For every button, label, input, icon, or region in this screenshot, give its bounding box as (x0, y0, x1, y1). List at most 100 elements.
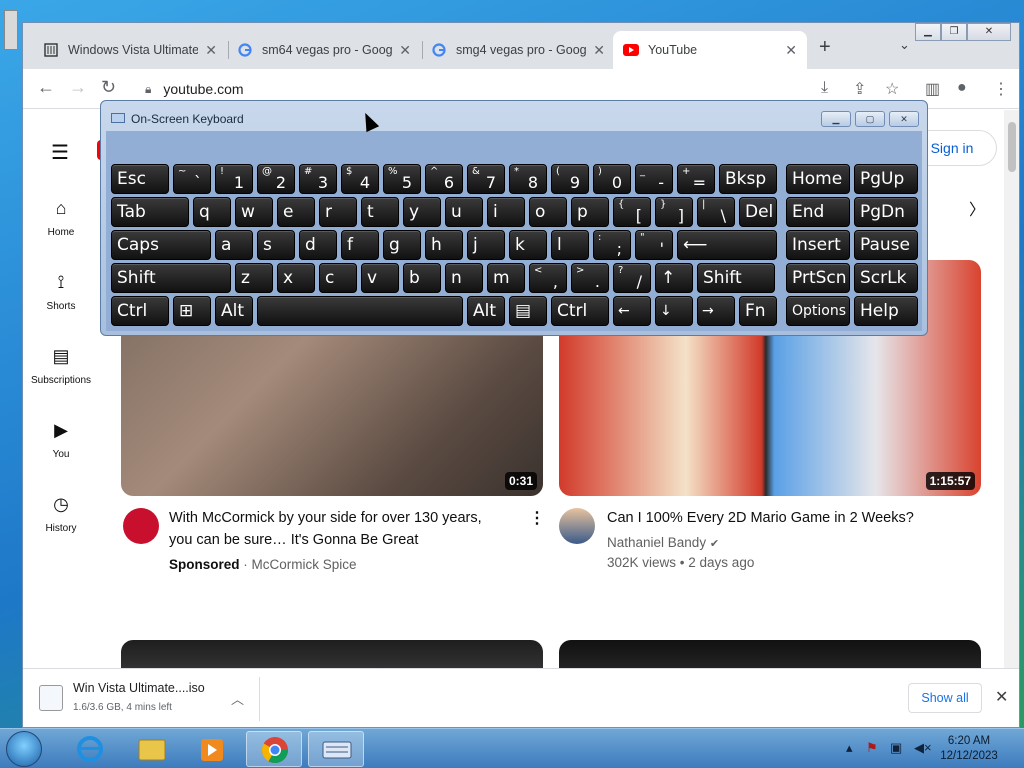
key-prtscn[interactable]: PrtScn (786, 263, 850, 293)
clock[interactable]: 6:20 AM 12/12/2023 (930, 734, 1008, 764)
key-i[interactable]: i (487, 197, 525, 227)
close-window-button[interactable]: ✕ (967, 23, 1011, 41)
key-u[interactable]: u (445, 197, 483, 227)
key-a[interactable]: a (215, 230, 253, 260)
sidebar-item-you[interactable]: ▶ You (23, 420, 99, 460)
reload-icon[interactable]: ↻ (101, 77, 116, 98)
key-c[interactable]: c (319, 263, 357, 293)
key-u45[interactable]: _ - (635, 164, 673, 194)
key-l[interactable]: l (551, 230, 589, 260)
key-1[interactable]: ! 1 (215, 164, 253, 194)
key-options[interactable]: Options (786, 296, 850, 326)
chevron-up-icon[interactable]: ︿ (231, 689, 244, 708)
show-all-button[interactable]: Show all (908, 683, 982, 713)
key-pause[interactable]: Pause (854, 230, 918, 260)
key-home[interactable]: Home (786, 164, 850, 194)
key-alt[interactable]: Alt (215, 296, 253, 326)
download-filename[interactable]: Win Vista Ultimate....iso (73, 681, 205, 695)
key-fn[interactable]: Fn (739, 296, 777, 326)
key-scrlk[interactable]: ScrLk (854, 263, 918, 293)
osk-close-button[interactable]: ✕ (889, 111, 919, 127)
key-7[interactable]: & 7 (467, 164, 505, 194)
tab-search-chevron-icon[interactable]: ⌄ (899, 37, 910, 53)
key-del[interactable]: Del (739, 197, 777, 227)
show-hidden-icons-icon[interactable]: ▴ (846, 740, 853, 756)
start-button[interactable] (6, 731, 42, 767)
key-e[interactable]: e (277, 197, 315, 227)
key-u8595[interactable]: ↓ (655, 296, 693, 326)
osk-minimize-button[interactable]: ▁ (821, 111, 851, 127)
forward-icon[interactable]: → (69, 77, 87, 98)
close-tab-icon[interactable]: ✕ (785, 42, 797, 59)
restore-button[interactable]: ❐ (941, 23, 967, 41)
key-u47[interactable]: ? / (613, 263, 651, 293)
tab-smg4-search[interactable]: smg4 vegas pro - Google Search ✕ (421, 31, 615, 69)
key-u8593[interactable]: ↑ (655, 263, 693, 293)
on-screen-keyboard-taskbar-icon[interactable] (308, 731, 364, 767)
key-tab[interactable]: Tab (111, 197, 189, 227)
key-q[interactable]: q (193, 197, 231, 227)
channel-avatar-nathaniel[interactable] (559, 508, 595, 544)
key-u46[interactable]: >. (571, 263, 609, 293)
key-ctrl[interactable]: Ctrl (551, 296, 609, 326)
key-help[interactable]: Help (854, 296, 918, 326)
sidebar-item-home[interactable]: ⌂ Home (23, 198, 99, 238)
new-tab-button[interactable]: + (819, 36, 831, 59)
key-u59[interactable]: :; (593, 230, 631, 260)
menu-dots-icon[interactable]: ⋮ (993, 79, 1009, 99)
osk-titlebar[interactable]: On-Screen Keyboard ▁ ▢ ✕ (101, 101, 927, 131)
key-u39[interactable]: " ' (635, 230, 673, 260)
key-u61[interactable]: + = (677, 164, 715, 194)
key-p[interactable]: p (571, 197, 609, 227)
action-center-flag-icon[interactable]: ⚑ (866, 740, 878, 756)
key-shift[interactable]: Shift (697, 263, 775, 293)
key-space[interactable] (257, 296, 463, 326)
sidebar-item-shorts[interactable]: ⟟ Shorts (23, 272, 99, 312)
windows-key-icon[interactable]: ⊞ (173, 296, 211, 326)
key-v[interactable]: v (361, 263, 399, 293)
chrome-taskbar-icon[interactable] (246, 731, 302, 767)
key-u96[interactable]: ~ ` (173, 164, 211, 194)
desktop-icon[interactable] (4, 10, 18, 50)
chevron-right-icon[interactable]: 〉 (969, 196, 985, 220)
bookmark-star-icon[interactable]: ☆ (885, 79, 899, 99)
menu-key-icon[interactable]: ▤ (509, 296, 547, 326)
close-tab-icon[interactable]: ✕ (593, 42, 605, 59)
video-title-mario[interactable]: Can I 100% Every 2D Mario Game in 2 Week… (607, 507, 914, 529)
key-w[interactable]: w (235, 197, 273, 227)
key-u91[interactable]: {[ (613, 197, 651, 227)
tab-youtube[interactable]: YouTube ✕ (613, 31, 807, 69)
sidebar-item-history[interactable]: ◷ History (23, 494, 99, 534)
key-u44[interactable]: <, (529, 263, 567, 293)
key-s[interactable]: s (257, 230, 295, 260)
lock-icon[interactable]: 🔒︎ (145, 82, 151, 97)
key-z[interactable]: z (235, 263, 273, 293)
back-icon[interactable]: ← (37, 77, 55, 98)
key-9[interactable]: (9 (551, 164, 589, 194)
close-tab-icon[interactable]: ✕ (205, 42, 217, 59)
key-t[interactable]: t (361, 197, 399, 227)
key-pgdn[interactable]: PgDn (854, 197, 918, 227)
key-m[interactable]: m (487, 263, 525, 293)
channel-name[interactable]: Nathaniel Bandy (607, 535, 706, 550)
key-caps[interactable]: Caps (111, 230, 211, 260)
key-shift[interactable]: Shift (111, 263, 231, 293)
key-r[interactable]: r (319, 197, 357, 227)
key-0[interactable]: ) 0 (593, 164, 631, 194)
tab-sm64-search[interactable]: sm64 vegas pro - Google Search ✕ (227, 31, 421, 69)
key-d[interactable]: d (299, 230, 337, 260)
tab-windows-vista[interactable]: Windows Vista Ultimate x64 ✕ (33, 31, 227, 69)
key-y[interactable]: y (403, 197, 441, 227)
scrollbar-thumb[interactable] (1008, 122, 1016, 172)
profile-icon[interactable]: ● (957, 79, 967, 97)
media-player-icon[interactable] (184, 731, 240, 767)
key-5[interactable]: % 5 (383, 164, 421, 194)
key-u8594[interactable]: → (697, 296, 735, 326)
channel-avatar-mccormick[interactable] (123, 508, 159, 544)
key-4[interactable]: $4 (341, 164, 379, 194)
key-3[interactable]: #3 (299, 164, 337, 194)
key-x[interactable]: x (277, 263, 315, 293)
osk-maximize-button[interactable]: ▢ (855, 111, 885, 127)
key-f[interactable]: f (341, 230, 379, 260)
key-h[interactable]: h (425, 230, 463, 260)
